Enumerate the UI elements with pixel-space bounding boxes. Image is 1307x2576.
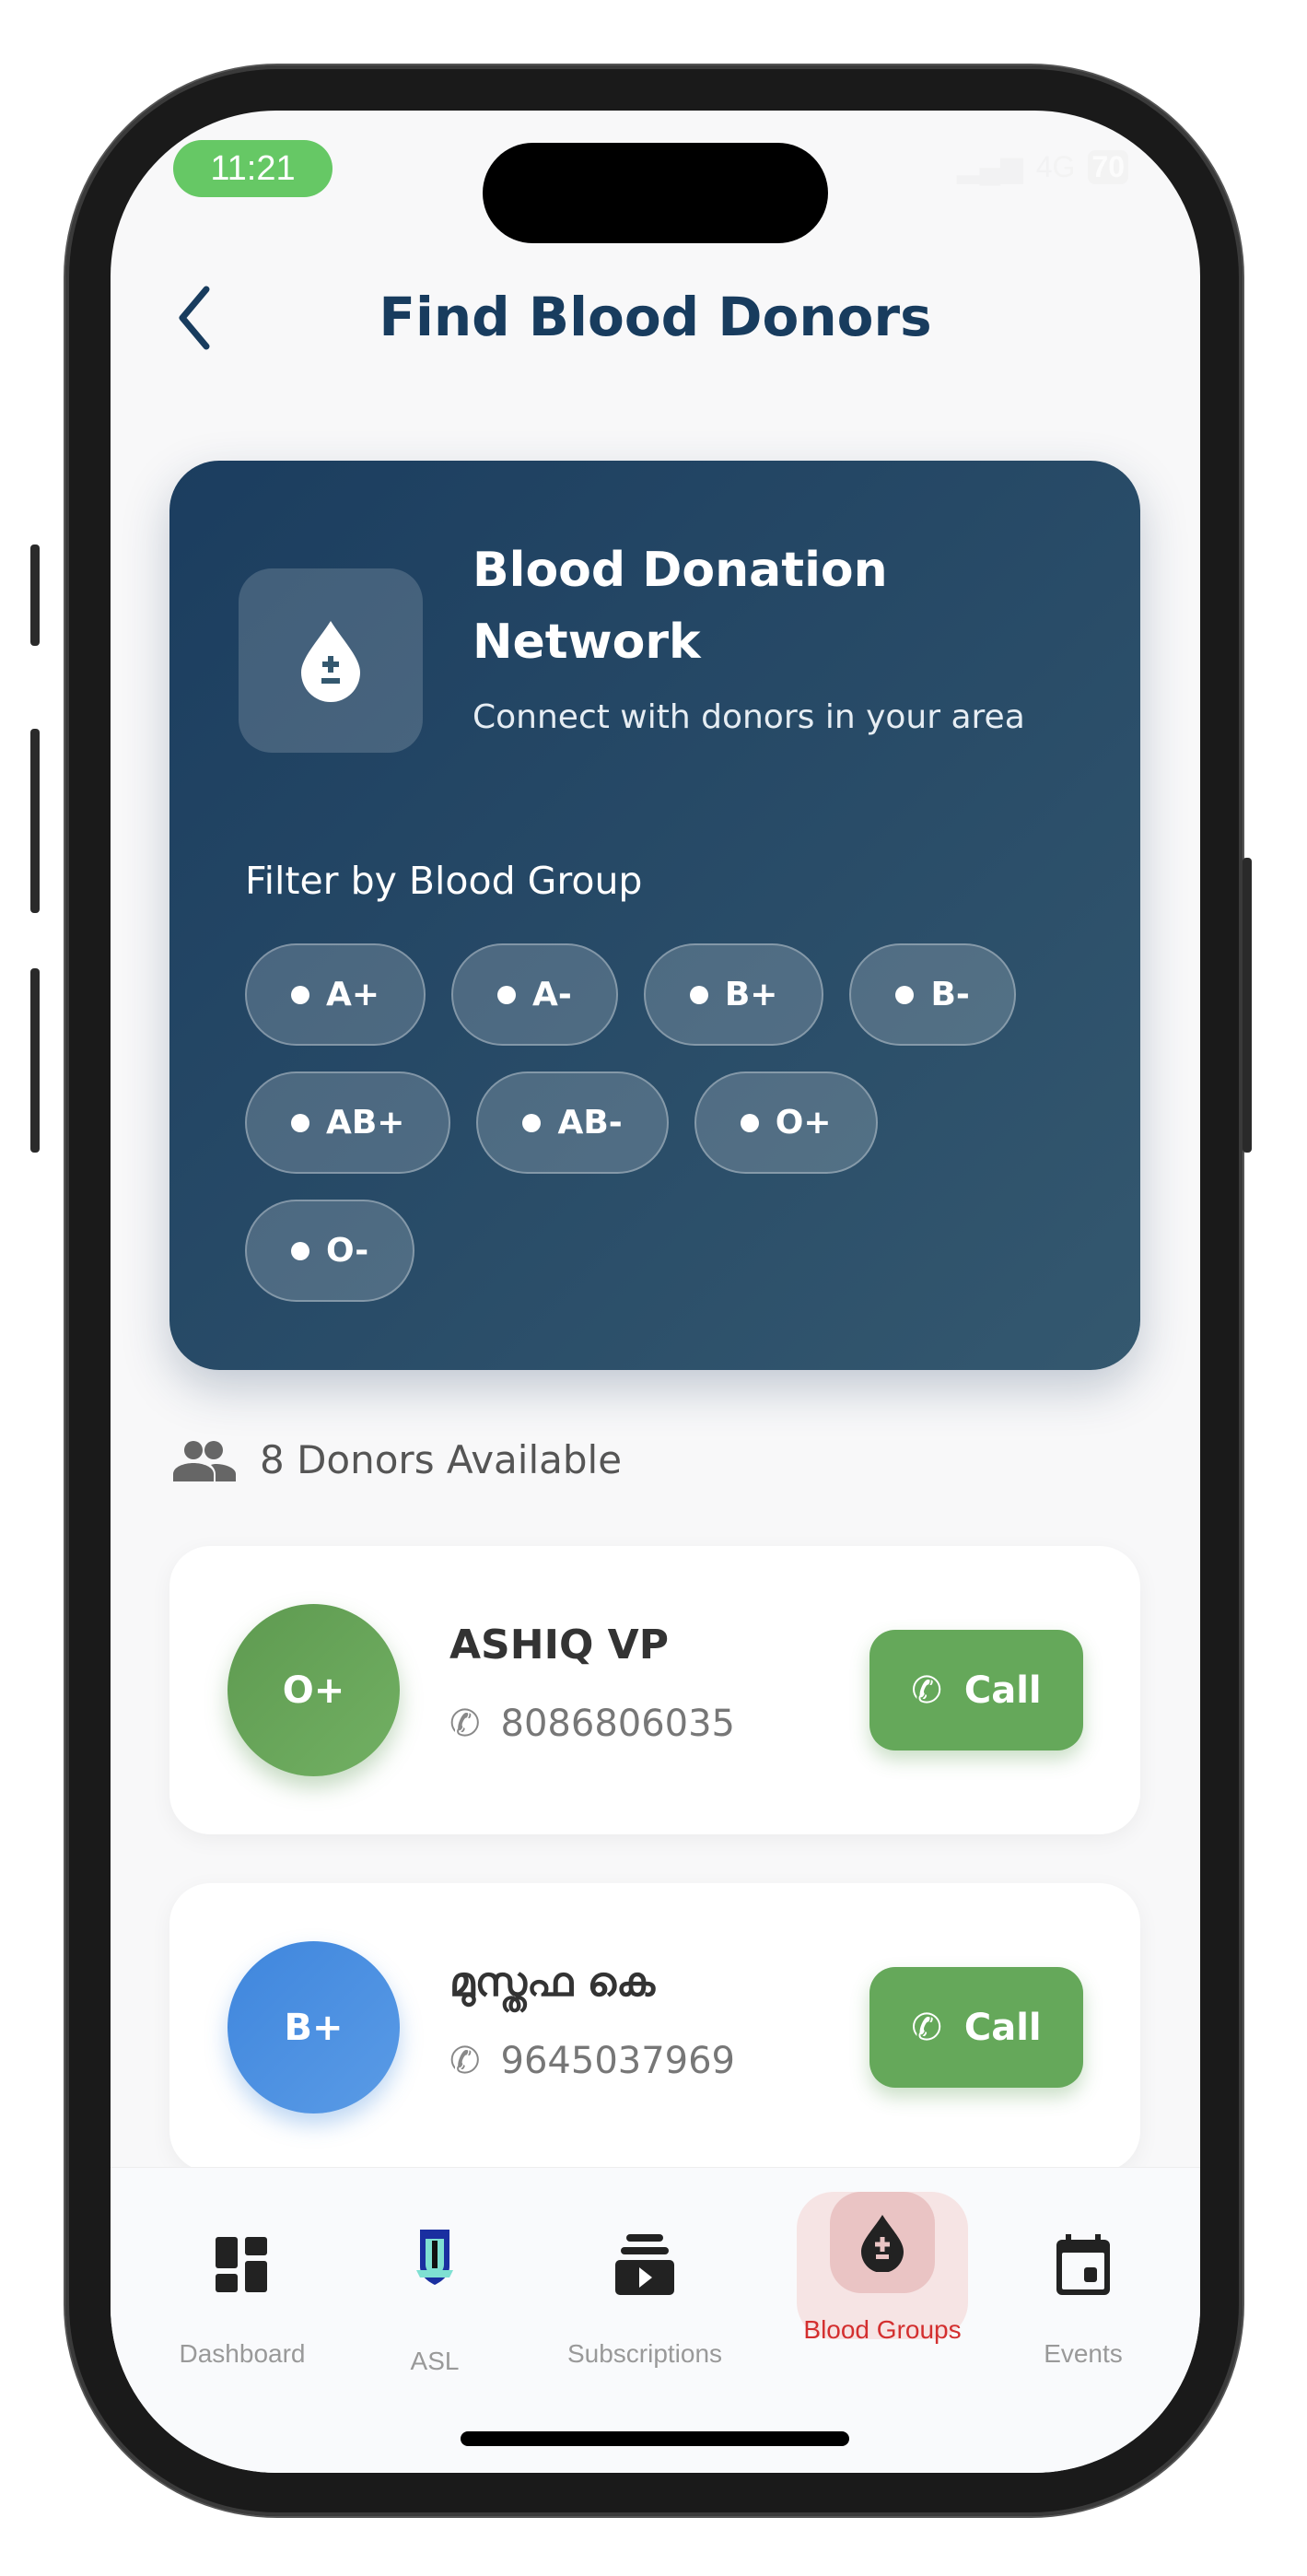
home-indicator[interactable] (461, 2431, 849, 2446)
back-button[interactable] (175, 286, 212, 366)
donor-name: ASHIQ VP (449, 1622, 669, 1669)
nav-label: Subscriptions (566, 2339, 723, 2368)
chip-label: AB+ (326, 1104, 405, 1142)
signal-icon: ▂▄▆ (956, 150, 1023, 183)
call-button[interactable]: ✆ Call (869, 1630, 1083, 1751)
phone-icon: ✆ (449, 1703, 481, 1745)
blood-drop-icon (830, 2192, 935, 2293)
dot-icon (291, 1113, 309, 1132)
battery-icon: 70 (1088, 149, 1128, 184)
donor-phone: ✆ 9645037969 (449, 2040, 735, 2082)
dot-icon (291, 1241, 309, 1260)
nav-blood-groups[interactable]: Blood Groups (790, 2168, 974, 2345)
filter-chip-o-pos[interactable]: O+ (694, 1071, 878, 1174)
phone-number: 9645037969 (500, 2040, 736, 2082)
chip-label: O+ (775, 1104, 832, 1142)
chip-label: A+ (326, 976, 380, 1013)
filter-chip-ab-pos[interactable]: AB+ (245, 1071, 451, 1174)
chip-label: AB- (557, 1104, 623, 1142)
call-button[interactable]: ✆ Call (869, 1967, 1083, 2088)
card-title: Blood Donation Network (473, 543, 888, 670)
blood-network-card: Blood Donation Network Connect with dono… (169, 461, 1140, 1370)
donors-count: 8 Donors Available (171, 1437, 622, 1482)
chip-label: B+ (724, 976, 778, 1013)
filter-chip-ab-neg[interactable]: AB- (476, 1071, 669, 1174)
dot-icon (291, 985, 309, 1004)
blood-group-avatar: O+ (228, 1604, 400, 1776)
dot-icon (497, 985, 517, 1004)
phone-frame: 11:21 ▂▄▆ 4G 70 Find Blood Donors Blood … (30, 65, 1252, 2516)
dot-icon (522, 1113, 542, 1132)
chip-label: O- (326, 1232, 369, 1270)
dot-icon (895, 985, 915, 1004)
nav-dashboard[interactable]: Dashboard (150, 2168, 334, 2369)
nav-subscriptions[interactable]: Subscriptions (553, 2168, 737, 2369)
bottom-nav: Dashboard ASL Subscriptions Blood Groups… (111, 2167, 1200, 2473)
screen: 11:21 ▂▄▆ 4G 70 Find Blood Donors Blood … (111, 111, 1200, 2473)
filter-chip-b-neg[interactable]: B- (849, 943, 1016, 1046)
filter-chip-o-neg[interactable]: O- (245, 1200, 415, 1302)
phone-icon: ✆ (449, 2040, 481, 2082)
filter-label: Filter by Blood Group (245, 859, 643, 903)
donors-count-label: 8 Donors Available (260, 1437, 623, 1482)
phone-number: 8086806035 (500, 1703, 736, 1745)
filter-chip-a-neg[interactable]: A- (451, 943, 618, 1046)
call-label: Call (963, 2006, 1042, 2049)
page-title: Find Blood Donors (379, 286, 932, 348)
dot-icon (740, 1113, 759, 1132)
calendar-icon (1033, 2214, 1134, 2315)
call-label: Call (963, 1669, 1042, 1712)
dynamic-island (483, 143, 828, 243)
donor-card: O+ ASHIQ VP ✆ 8086806035 ✆ Call (169, 1546, 1140, 1834)
nav-label: Blood Groups (803, 2315, 962, 2344)
card-subtitle: Connect with donors in your area (473, 698, 1025, 736)
phone-icon: ✆ (911, 2006, 942, 2049)
filter-chip-a-pos[interactable]: A+ (245, 943, 426, 1046)
chevron-left-icon (179, 286, 210, 350)
dashboard-icon (192, 2214, 293, 2315)
network-label: 4G (1035, 149, 1076, 183)
chip-label: A- (532, 976, 572, 1013)
donor-card: B+ മുസ്തഫ കെ ✆ 9645037969 ✆ Call (169, 1883, 1140, 2172)
donor-phone: ✆ 8086806035 (449, 1703, 735, 1745)
blood-drop-icon (239, 568, 423, 753)
nav-label: Events (1044, 2339, 1123, 2368)
chip-label: B- (930, 976, 970, 1013)
club-logo (384, 2214, 485, 2315)
nav-label: Dashboard (179, 2339, 306, 2368)
filter-chip-b-pos[interactable]: B+ (643, 943, 824, 1046)
nav-events[interactable]: Events (991, 2168, 1175, 2369)
nav-label: ASL (410, 2347, 460, 2375)
status-indicators: ▂▄▆ 4G 70 (957, 149, 1128, 184)
nav-asl[interactable]: ASL (343, 2168, 527, 2376)
people-icon (173, 1440, 236, 1481)
blood-group-avatar: B+ (228, 1941, 400, 2113)
phone-icon: ✆ (911, 1669, 942, 1712)
donor-name: മുസ്തഫ കെ (449, 1959, 656, 2006)
dot-icon (689, 985, 708, 1004)
blood-group-filters: A+ A- B+ B- AB+ AB- O+ O- (245, 943, 1074, 1302)
status-time: 11:21 (173, 140, 333, 197)
subscriptions-icon (594, 2214, 695, 2315)
